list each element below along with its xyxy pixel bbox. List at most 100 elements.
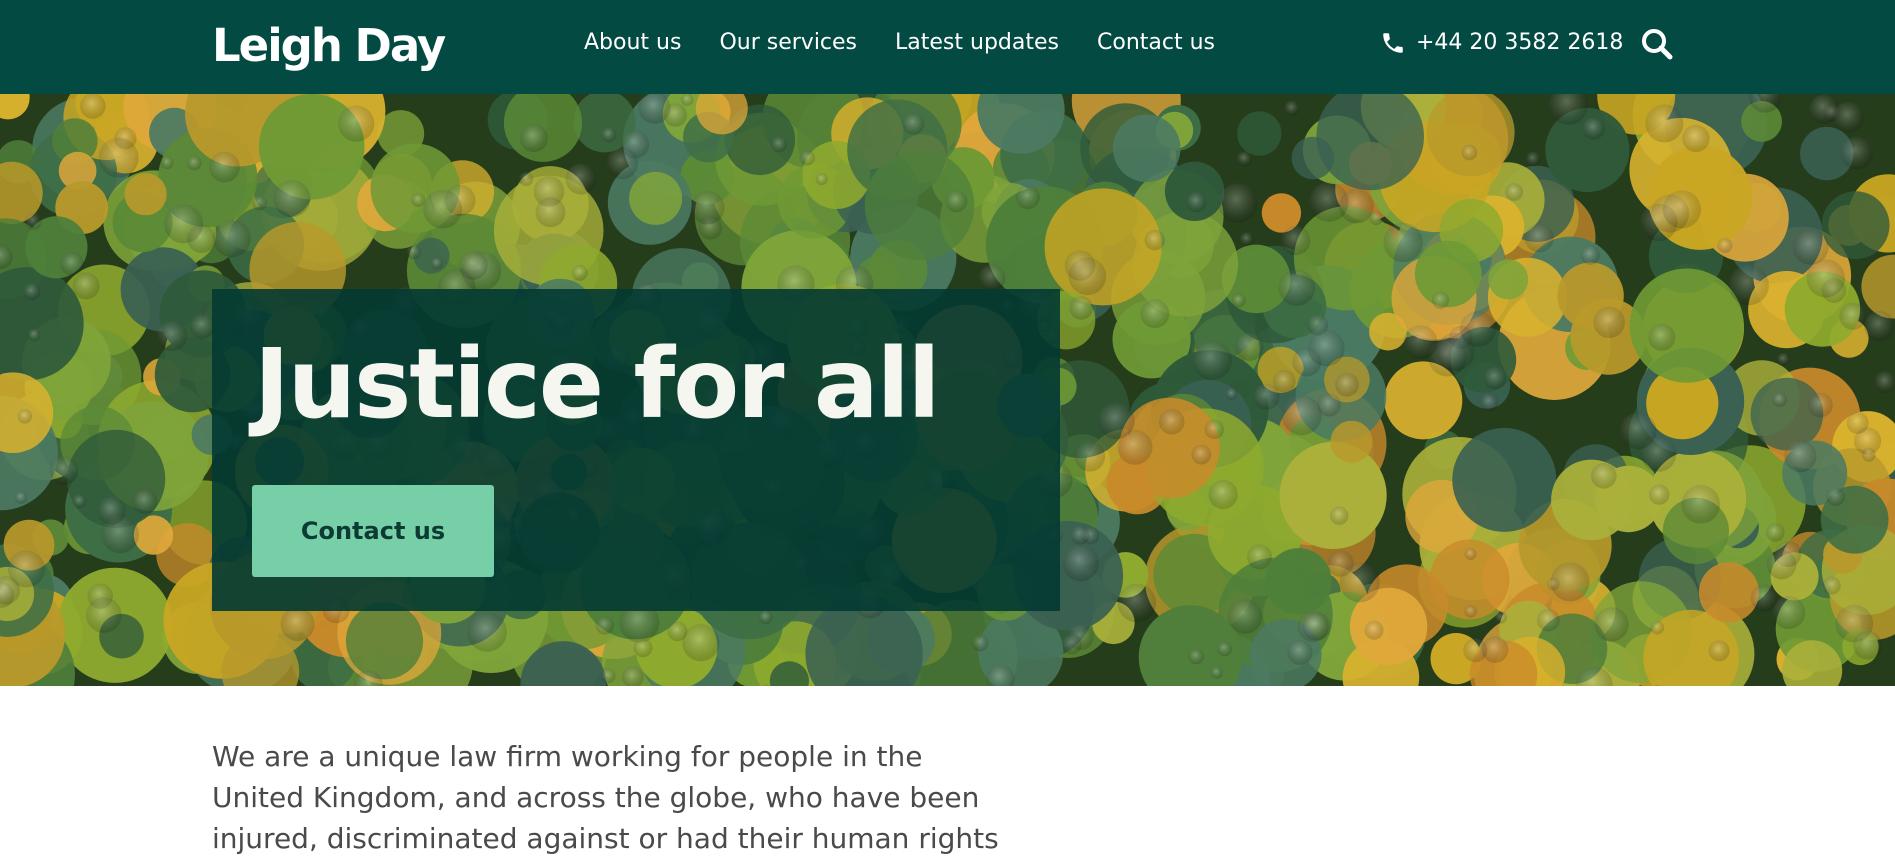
foliage-highlight bbox=[1280, 225, 1311, 256]
foliage-highlight bbox=[1648, 484, 1670, 505]
foliage-highlight bbox=[164, 204, 204, 244]
foliage-highlight bbox=[1369, 211, 1384, 226]
foliage-highlight bbox=[1806, 259, 1846, 298]
foliage-highlight bbox=[1650, 620, 1665, 635]
foliage-highlight bbox=[1480, 393, 1499, 412]
foliage-highlight bbox=[160, 156, 174, 170]
foliage-highlight bbox=[606, 147, 639, 180]
main-nav: About us Our services Latest updates Con… bbox=[584, 26, 1253, 60]
foliage-highlight bbox=[1225, 388, 1238, 400]
nav-item-contact-us[interactable]: Contact us bbox=[1097, 26, 1215, 60]
foliage-highlight bbox=[1839, 302, 1867, 330]
foliage-highlight bbox=[1273, 369, 1296, 393]
foliage-highlight bbox=[1784, 440, 1817, 473]
foliage-highlight bbox=[252, 195, 268, 211]
foliage-highlight bbox=[132, 489, 158, 514]
tree-crown bbox=[1821, 191, 1890, 260]
tree-crown bbox=[1112, 114, 1181, 183]
foliage-highlight bbox=[1335, 372, 1359, 397]
foliage-highlight bbox=[80, 94, 106, 119]
foliage-highlight bbox=[14, 491, 28, 504]
foliage-highlight bbox=[423, 189, 463, 229]
tree-crown bbox=[1279, 441, 1387, 549]
foliage-highlight bbox=[1074, 441, 1106, 472]
foliage-highlight bbox=[1192, 340, 1232, 380]
foliage-highlight bbox=[1431, 291, 1450, 309]
foliage-highlight bbox=[667, 621, 688, 642]
foliage-highlight bbox=[690, 190, 725, 225]
foliage-highlight bbox=[1284, 100, 1300, 116]
nav-item-our-services[interactable]: Our services bbox=[719, 26, 857, 60]
foliage-highlight bbox=[1464, 605, 1477, 618]
intro-text: We are a unique law firm working for peo… bbox=[212, 740, 999, 866]
foliage-highlight bbox=[815, 173, 828, 186]
contact-us-button[interactable]: Contact us bbox=[252, 485, 494, 577]
foliage-highlight bbox=[280, 607, 315, 641]
foliage-highlight bbox=[1853, 630, 1882, 660]
foliage-highlight bbox=[27, 328, 41, 342]
foliage-highlight bbox=[1117, 583, 1157, 623]
foliage-highlight bbox=[1463, 638, 1488, 663]
foliage-highlight bbox=[1208, 479, 1238, 510]
foliage-highlight bbox=[156, 320, 188, 351]
foliage-highlight bbox=[1239, 232, 1254, 247]
foliage-highlight bbox=[1728, 265, 1769, 306]
tree-crown bbox=[1629, 268, 1744, 383]
foliage-highlight bbox=[1580, 245, 1601, 265]
nav-item-about-us[interactable]: About us bbox=[584, 26, 681, 60]
foliage-highlight bbox=[406, 244, 422, 260]
foliage-highlight bbox=[1218, 183, 1258, 223]
foliage-highlight bbox=[1061, 634, 1082, 655]
nav-item-latest-updates[interactable]: Latest updates bbox=[895, 26, 1059, 60]
foliage-highlight bbox=[1708, 640, 1730, 662]
foliage-highlight bbox=[758, 610, 773, 625]
foliage-highlight bbox=[1840, 136, 1873, 170]
foliage-highlight bbox=[97, 496, 126, 525]
foliage-highlight bbox=[1227, 599, 1263, 634]
site-header: Leigh Day About us Our services Latest u… bbox=[0, 0, 1895, 94]
foliage-highlight bbox=[1302, 611, 1331, 641]
foliage-highlight bbox=[595, 616, 615, 635]
foliage-highlight bbox=[1460, 311, 1496, 347]
foliage-highlight bbox=[1158, 408, 1185, 435]
tree-crown bbox=[629, 171, 683, 225]
foliage-highlight bbox=[799, 150, 815, 166]
foliage-highlight bbox=[273, 180, 311, 218]
foliage-highlight bbox=[458, 250, 488, 280]
foliage-highlight bbox=[1231, 293, 1246, 308]
foliage-highlight bbox=[1682, 124, 1710, 153]
foliage-highlight bbox=[682, 624, 720, 662]
foliage-highlight bbox=[1582, 117, 1605, 140]
foliage-highlight bbox=[1278, 269, 1316, 306]
tree-crown bbox=[1044, 188, 1162, 306]
foliage-highlight bbox=[1777, 353, 1790, 366]
site-logo[interactable]: Leigh Day bbox=[212, 16, 446, 76]
foliage-highlight bbox=[633, 638, 653, 658]
foliage-highlight bbox=[1550, 562, 1590, 602]
foliage-highlight bbox=[1016, 185, 1040, 210]
foliage-highlight bbox=[1648, 323, 1676, 351]
foliage-highlight bbox=[86, 597, 122, 633]
foliage-highlight bbox=[72, 272, 100, 300]
foliage-highlight bbox=[1766, 523, 1785, 542]
foliage-highlight bbox=[1236, 151, 1252, 167]
foliage-highlight bbox=[1247, 544, 1272, 570]
foliage-highlight bbox=[1383, 222, 1423, 263]
foliage-highlight bbox=[411, 192, 426, 208]
foliage-highlight bbox=[1070, 525, 1090, 545]
foliage-highlight bbox=[1861, 447, 1876, 462]
hero-panel: Justice for all Contact us bbox=[212, 289, 1060, 611]
phone-link[interactable]: +44 20 3582 2618 bbox=[1380, 26, 1623, 60]
foliage-highlight bbox=[1403, 325, 1438, 360]
foliage-highlight bbox=[1766, 549, 1797, 580]
foliage-highlight bbox=[1281, 395, 1322, 436]
tree-crown bbox=[1488, 259, 1529, 300]
search-button[interactable] bbox=[1640, 27, 1674, 61]
foliage-highlight bbox=[1191, 444, 1212, 465]
foliage-highlight bbox=[771, 136, 787, 153]
foliage-highlight bbox=[1833, 102, 1864, 133]
foliage-highlight bbox=[467, 612, 507, 652]
foliage-highlight bbox=[1210, 666, 1223, 679]
foliage-highlight bbox=[1772, 392, 1787, 408]
foliage-highlight bbox=[1772, 596, 1806, 629]
